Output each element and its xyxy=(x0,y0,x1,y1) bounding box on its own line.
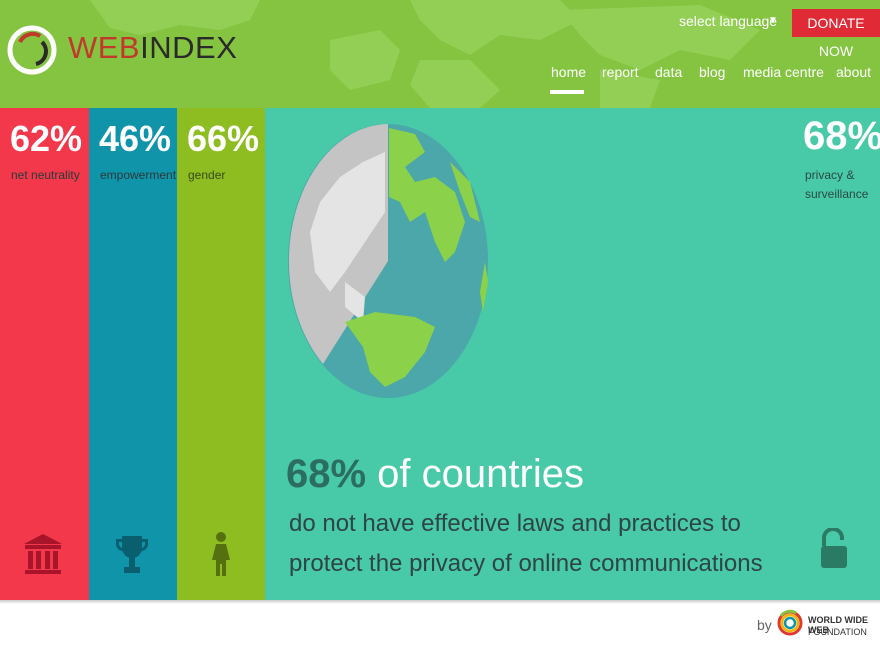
panel-gender[interactable]: 66% gender xyxy=(177,108,265,600)
logo-text-index: INDEX xyxy=(140,30,238,65)
nav-active-indicator xyxy=(550,90,584,94)
panel-label: privacy & surveillance xyxy=(805,166,880,204)
panel-net-neutrality[interactable]: 62% net neutrality xyxy=(0,108,89,600)
nav-about[interactable]: about xyxy=(836,64,871,80)
panel-percentage: 62% xyxy=(10,118,83,159)
footer-divider xyxy=(0,600,880,604)
woman-icon xyxy=(212,532,230,576)
feature-description: do not have effective laws and practices… xyxy=(289,504,809,584)
nav-data[interactable]: data xyxy=(655,64,682,80)
headline-percentage: 68% xyxy=(286,452,367,496)
footer-org-subname[interactable]: FOUNDATION xyxy=(808,627,867,637)
site-logo[interactable]: WEBINDEX xyxy=(68,30,237,66)
panel-empowerment[interactable]: 46% empowerment xyxy=(89,108,177,600)
panel-label-line2: surveillance xyxy=(805,187,869,201)
nav-home[interactable]: home xyxy=(551,64,586,80)
panel-label: net neutrality xyxy=(11,168,80,182)
nav-blog[interactable]: blog xyxy=(699,64,725,80)
panel-label-line1: privacy & xyxy=(805,168,855,182)
nav-media-centre[interactable]: media centre xyxy=(743,64,824,80)
panel-percentage: 46% xyxy=(99,118,172,159)
logo-text-web: WEB xyxy=(68,30,141,65)
description-line2: protect the privacy of online communicat… xyxy=(289,550,763,577)
dropdown-arrow-icon[interactable]: ▼ xyxy=(768,15,778,26)
trophy-icon xyxy=(116,536,148,573)
language-selector[interactable]: select language xyxy=(679,13,777,29)
unlock-icon xyxy=(821,528,847,568)
description-line1: do not have effective laws and practices… xyxy=(289,510,741,537)
wwwf-logo-icon[interactable] xyxy=(776,606,804,640)
panel-percentage: 68% xyxy=(803,114,880,158)
webindex-logo-icon xyxy=(7,25,57,75)
page: WEBINDEX select language ▼ DONATE NOW ho… xyxy=(0,0,880,660)
panel-privacy-surveillance[interactable]: 68% privacy & surveillance 68% of countr… xyxy=(265,108,880,600)
headline-text: of countries xyxy=(366,452,584,496)
feature-headline: 68% of countries xyxy=(286,452,584,497)
panel-label: gender xyxy=(188,168,226,182)
panel-percentage: 66% xyxy=(187,118,260,159)
nav-report[interactable]: report xyxy=(602,64,639,80)
bank-icon xyxy=(24,534,62,574)
donate-button[interactable]: DONATE NOW xyxy=(792,9,880,59)
panel-label: empowerment xyxy=(100,168,177,182)
footer-by-text: by xyxy=(757,617,772,633)
site-header: WEBINDEX select language ▼ DONATE NOW ho… xyxy=(0,0,880,108)
globe-illustration xyxy=(288,124,488,398)
